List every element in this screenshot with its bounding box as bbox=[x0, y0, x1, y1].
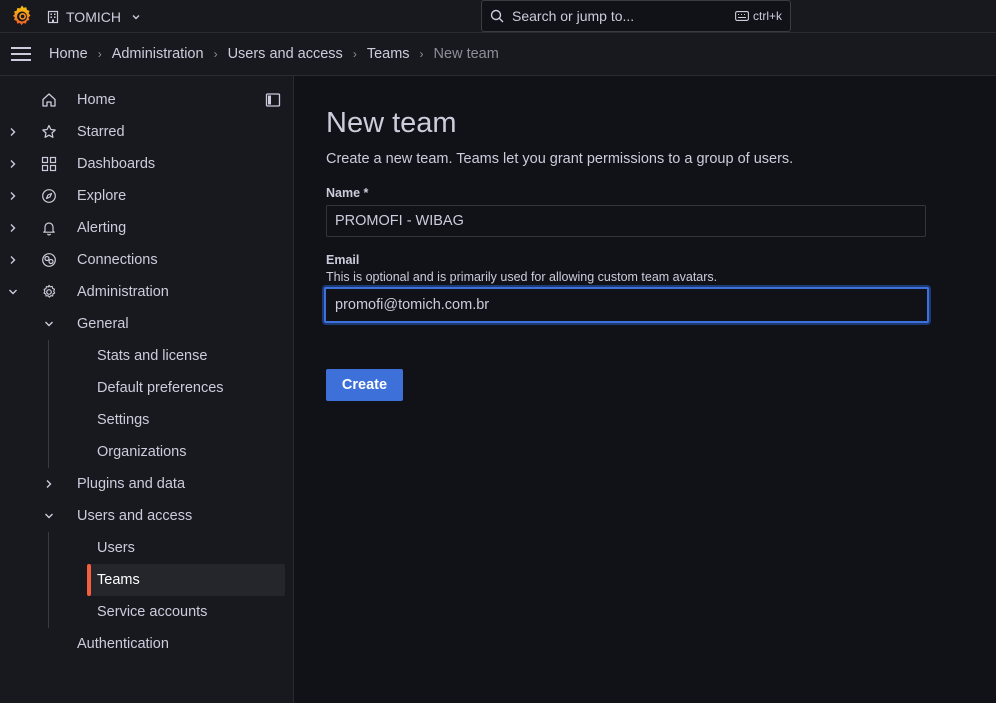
sidebar-item-general[interactable]: General bbox=[0, 308, 294, 340]
chevron-right-icon[interactable] bbox=[6, 157, 20, 171]
name-field[interactable] bbox=[326, 205, 926, 237]
chevron-right-icon[interactable] bbox=[6, 125, 20, 139]
bell-icon bbox=[40, 219, 58, 237]
page-title: New team bbox=[326, 107, 457, 139]
chevron-right-icon: › bbox=[213, 47, 218, 61]
email-label: Email bbox=[326, 253, 360, 267]
sidebar-item-administration[interactable]: Administration bbox=[0, 276, 294, 308]
chevron-right-icon[interactable] bbox=[6, 189, 20, 203]
sidebar-item-explore[interactable]: Explore bbox=[0, 180, 294, 212]
sidebar-item-label: Alerting bbox=[77, 220, 127, 236]
dashboards-icon bbox=[40, 155, 58, 173]
sidebar-item-label: Settings bbox=[97, 412, 150, 428]
email-description: This is optional and is primarily used f… bbox=[326, 270, 718, 284]
menu-toggle-button[interactable] bbox=[0, 33, 42, 76]
main-content: New team Create a new team. Teams let yo… bbox=[295, 76, 996, 703]
breadcrumb-home[interactable]: Home bbox=[49, 46, 88, 62]
sidebar-item-label: Users and access bbox=[77, 508, 193, 524]
org-switcher[interactable]: TOMICH bbox=[46, 0, 141, 33]
org-name: TOMICH bbox=[66, 8, 121, 25]
top-bar: TOMICH Search or jump to... ctrl+k bbox=[0, 0, 996, 33]
chevron-right-icon: › bbox=[97, 47, 102, 61]
sidebar-item-label: Starred bbox=[77, 124, 125, 140]
sidebar-item-settings[interactable]: Settings bbox=[0, 404, 294, 436]
sidebar-item-service-accounts[interactable]: Service accounts bbox=[0, 596, 294, 628]
hamburger-icon bbox=[11, 47, 31, 61]
chevron-down-icon bbox=[132, 14, 140, 19]
connections-icon bbox=[40, 251, 58, 269]
search-shortcut: ctrl+k bbox=[735, 9, 782, 23]
chevron-right-icon[interactable] bbox=[42, 477, 56, 491]
sidebar-item-label: Administration bbox=[77, 284, 169, 300]
star-icon bbox=[40, 123, 58, 141]
grafana-logo-icon[interactable] bbox=[10, 4, 34, 28]
sidebar-item-users-and-access[interactable]: Users and access bbox=[0, 500, 294, 532]
sidebar-item-stats-and-license[interactable]: Stats and license bbox=[0, 340, 294, 372]
keyboard-icon bbox=[735, 11, 749, 21]
shortcut-text: ctrl+k bbox=[752, 9, 782, 23]
sidebar-item-plugins-and-data[interactable]: Plugins and data bbox=[0, 468, 294, 500]
search-bar[interactable]: Search or jump to... ctrl+k bbox=[481, 0, 791, 32]
breadcrumb-new-team: New team bbox=[433, 46, 499, 62]
sidebar-item-label: Organizations bbox=[97, 444, 187, 460]
sidebar-item-default-preferences[interactable]: Default preferences bbox=[0, 372, 294, 404]
chevron-right-icon[interactable] bbox=[6, 221, 20, 235]
breadcrumb-bar: Home › Administration › Users and access… bbox=[0, 33, 996, 76]
sidebar-item-label: General bbox=[77, 316, 129, 332]
sidebar-item-starred[interactable]: Starred bbox=[0, 116, 294, 148]
compass-icon bbox=[40, 187, 58, 205]
sidebar-item-label: Connections bbox=[77, 252, 158, 268]
sidebar-item-label: Authentication bbox=[77, 636, 169, 652]
chevron-right-icon: › bbox=[419, 47, 424, 61]
chevron-down-icon[interactable] bbox=[42, 317, 56, 331]
sidebar-item-label: Home bbox=[77, 92, 116, 108]
name-label: Name * bbox=[326, 186, 369, 200]
create-button[interactable]: Create bbox=[326, 369, 403, 401]
email-field[interactable] bbox=[324, 287, 929, 323]
sidebar-item-users[interactable]: Users bbox=[0, 532, 294, 564]
breadcrumb: Home › Administration › Users and access… bbox=[49, 46, 499, 62]
sidebar-item-label: Dashboards bbox=[77, 156, 156, 172]
sidebar-item-label: Users bbox=[97, 540, 135, 556]
sidebar-item-label: Service accounts bbox=[97, 604, 208, 620]
page-subtitle: Create a new team. Teams let you grant p… bbox=[326, 151, 794, 167]
building-icon bbox=[47, 10, 59, 23]
sidebar-item-dashboards[interactable]: Dashboards bbox=[0, 148, 294, 180]
sidebar-item-alerting[interactable]: Alerting bbox=[0, 212, 294, 244]
gear-icon bbox=[40, 283, 58, 301]
chevron-down-icon[interactable] bbox=[42, 509, 56, 523]
sidebar-item-label: Stats and license bbox=[97, 348, 208, 364]
sidebar: Home Starred Dashboards Explore Alerting… bbox=[0, 76, 294, 703]
sidebar-item-authentication[interactable]: Authentication bbox=[0, 628, 294, 660]
sidebar-item-teams[interactable]: Teams bbox=[0, 564, 294, 596]
home-icon bbox=[40, 91, 58, 109]
search-placeholder: Search or jump to... bbox=[512, 8, 635, 24]
breadcrumb-administration[interactable]: Administration bbox=[112, 46, 204, 62]
sidebar-item-label: Teams bbox=[97, 572, 140, 588]
sidebar-item-label: Plugins and data bbox=[77, 476, 186, 492]
chevron-right-icon: › bbox=[352, 47, 357, 61]
sidebar-item-organizations[interactable]: Organizations bbox=[0, 436, 294, 468]
sidebar-item-connections[interactable]: Connections bbox=[0, 244, 294, 276]
sidebar-item-label: Explore bbox=[77, 188, 127, 204]
sidebar-item-label: Default preferences bbox=[97, 380, 224, 396]
chevron-right-icon[interactable] bbox=[6, 253, 20, 267]
breadcrumb-users-and-access[interactable]: Users and access bbox=[228, 46, 343, 62]
chevron-down-icon[interactable] bbox=[6, 285, 20, 299]
sidebar-item-home[interactable]: Home bbox=[0, 84, 294, 116]
search-icon bbox=[490, 9, 504, 23]
breadcrumb-teams[interactable]: Teams bbox=[367, 46, 410, 62]
